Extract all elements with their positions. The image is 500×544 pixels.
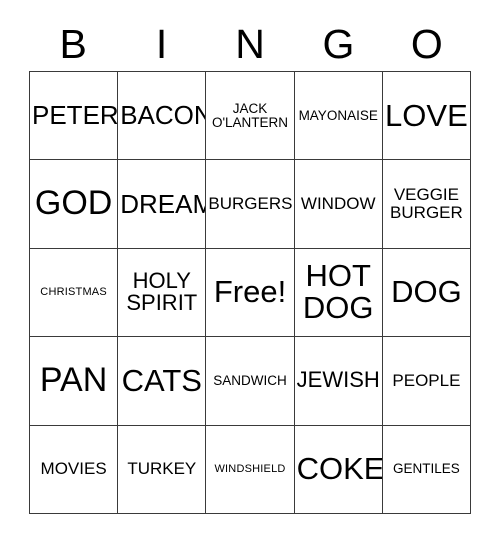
bingo-cell[interactable]: GENTILES	[382, 425, 472, 514]
bingo-cell-label: WINDOW	[300, 194, 376, 214]
bingo-cell-label: PEOPLE	[392, 371, 461, 391]
bingo-cell[interactable]: JEWISH	[294, 337, 383, 426]
bingo-cell[interactable]: GOD	[30, 160, 119, 249]
bingo-cell-free[interactable]: Free!	[206, 248, 295, 338]
bingo-cell[interactable]: CHRISTMAS	[30, 248, 119, 338]
header-letter-g: G	[322, 21, 355, 67]
bingo-cell[interactable]: DOG	[382, 248, 472, 338]
bingo-grid: PETER BACON JACK O'LANTERN MAYONAISE LOV…	[29, 71, 472, 514]
bingo-cell[interactable]: BACON	[118, 72, 207, 161]
bingo-cell[interactable]: MOVIES	[30, 425, 119, 514]
bingo-cell-label: MAYONAISE	[298, 107, 378, 123]
bingo-cell-label: COKE	[296, 451, 383, 487]
bingo-cell[interactable]: SANDWICH	[206, 337, 295, 426]
header-letter-i: I	[155, 21, 168, 67]
bingo-cell-label: WINDSHIELD	[214, 462, 286, 475]
bingo-cell[interactable]: WINDOW	[294, 160, 383, 249]
bingo-cell-label: LOVE	[385, 97, 468, 133]
bingo-cell-label: GOD	[34, 184, 113, 223]
bingo-cell[interactable]: CATS	[118, 337, 207, 426]
bingo-cell-label: BACON	[120, 100, 207, 131]
bingo-cell[interactable]: LOVE	[382, 72, 472, 161]
bingo-cell[interactable]: DREAM	[118, 160, 207, 249]
bingo-cell-label: CHRISTMAS	[40, 285, 107, 298]
bingo-cell[interactable]: WINDSHIELD	[206, 425, 295, 514]
bingo-cell[interactable]: MAYONAISE	[294, 72, 383, 161]
bingo-cell[interactable]: TURKEY	[118, 425, 207, 514]
bingo-cell[interactable]: HOT DOG	[294, 248, 383, 338]
bingo-card: B I N G O PETER BACON JACK O'LANTERN MAY…	[29, 18, 472, 514]
bingo-cell-label: HOT DOG	[302, 258, 374, 326]
bingo-cell-label: DOG	[391, 274, 462, 310]
bingo-cell-label: GENTILES	[393, 461, 460, 477]
bingo-row: CHRISTMAS HOLY SPIRIT Free! HOT DOG DOG	[30, 248, 472, 338]
bingo-cell-label: BURGERS	[208, 194, 293, 214]
bingo-cell-label: PAN	[39, 361, 108, 400]
bingo-cell[interactable]: PAN	[30, 337, 119, 426]
bingo-cell-label: JEWISH	[296, 367, 380, 393]
bingo-row: PETER BACON JACK O'LANTERN MAYONAISE LOV…	[30, 72, 472, 161]
bingo-cell-label: PETER	[32, 100, 119, 131]
bingo-cell[interactable]: PETER	[30, 72, 119, 161]
bingo-row: GOD DREAM BURGERS WINDOW VEGGIE BURGER	[30, 160, 472, 249]
bingo-header: B I N G O	[29, 18, 471, 71]
bingo-cell-label: JACK O'LANTERN	[211, 100, 289, 130]
bingo-cell[interactable]: COKE	[294, 425, 383, 514]
header-letter-o: O	[410, 21, 443, 67]
header-letter-b: B	[59, 21, 87, 67]
bingo-row: PAN CATS SANDWICH JEWISH PEOPLE	[30, 337, 472, 426]
bingo-cell-label: SANDWICH	[213, 372, 287, 388]
bingo-cell[interactable]: BURGERS	[206, 160, 295, 249]
bingo-cell-label: CATS	[121, 362, 202, 398]
bingo-cell[interactable]: PEOPLE	[382, 337, 472, 426]
bingo-row: MOVIES TURKEY WINDSHIELD COKE GENTILES	[30, 425, 472, 514]
bingo-cell-label: HOLY SPIRIT	[126, 267, 198, 316]
bingo-cell-label: TURKEY	[127, 459, 197, 479]
bingo-cell[interactable]: JACK O'LANTERN	[206, 72, 295, 161]
bingo-cell-label: DREAM	[120, 188, 207, 219]
bingo-cell[interactable]: VEGGIE BURGER	[382, 160, 472, 249]
bingo-cell-label: Free!	[213, 274, 287, 310]
bingo-cell-label: MOVIES	[40, 459, 107, 479]
header-letter-n: N	[235, 21, 265, 67]
bingo-cell-label: VEGGIE BURGER	[390, 185, 463, 223]
bingo-cell[interactable]: HOLY SPIRIT	[118, 248, 207, 338]
